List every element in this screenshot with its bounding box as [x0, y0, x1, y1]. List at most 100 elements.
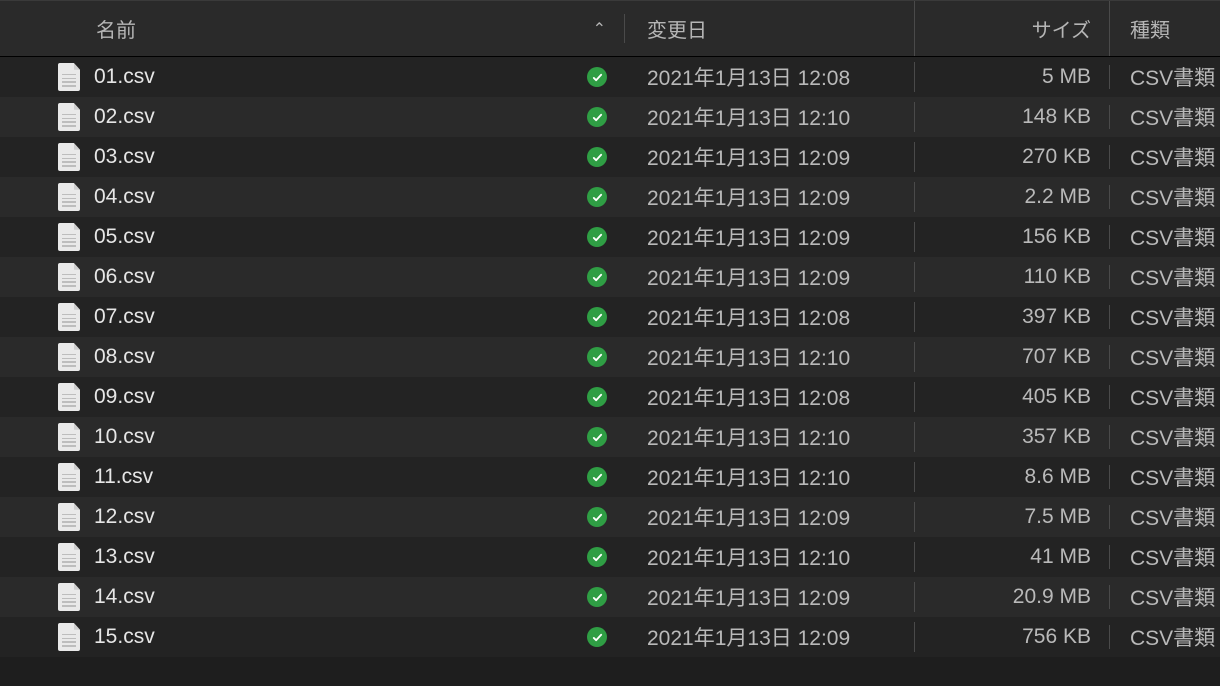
- file-size: 110 KB: [915, 265, 1091, 289]
- cell-kind: CSV書類: [1110, 182, 1220, 212]
- file-kind: CSV書類: [1130, 227, 1215, 250]
- document-icon: [58, 623, 80, 651]
- cell-kind: CSV書類: [1110, 422, 1220, 452]
- file-kind: CSV書類: [1130, 547, 1215, 570]
- file-size: 397 KB: [915, 305, 1091, 329]
- file-row[interactable]: 04.csv2021年1月13日 12:092.2 MBCSV書類: [0, 177, 1220, 217]
- file-kind: CSV書類: [1130, 267, 1215, 290]
- document-icon: [58, 463, 80, 491]
- cell-name: 14.csv: [0, 583, 625, 611]
- date-modified: 2021年1月13日 12:09: [647, 227, 850, 250]
- file-row[interactable]: 02.csv2021年1月13日 12:10148 KBCSV書類: [0, 97, 1220, 137]
- document-icon: [58, 583, 80, 611]
- cell-date: 2021年1月13日 12:08: [625, 62, 915, 92]
- file-row[interactable]: 14.csv 2021年1月13日 12:09 20.9 MB CSV書類: [0, 577, 1220, 617]
- sync-complete-icon: [587, 627, 607, 647]
- document-icon: [58, 63, 80, 91]
- file-size: 357 KB: [915, 425, 1091, 449]
- cell-name: 05.csv: [0, 223, 625, 251]
- sync-complete-icon: [587, 467, 607, 487]
- file-row[interactable]: 01.csv2021年1月13日 12:085 MBCSV書類: [0, 57, 1220, 97]
- file-kind: CSV書類: [1130, 307, 1215, 330]
- sync-complete-icon: [587, 107, 607, 127]
- cell-kind: CSV書類: [1110, 102, 1220, 132]
- cell-date: 2021年1月13日 12:09: [625, 262, 915, 292]
- cell-name: 12.csv: [0, 503, 625, 531]
- cell-name: 09.csv: [0, 383, 625, 411]
- column-header-name[interactable]: 名前 ⌃: [0, 14, 625, 43]
- cell-size: 41 MB: [915, 545, 1110, 569]
- document-icon: [58, 103, 80, 131]
- cell-date: 2021年1月13日 12:08: [625, 382, 915, 412]
- file-kind: CSV書類: [1130, 67, 1215, 90]
- date-modified: 2021年1月13日 12:09: [647, 627, 850, 650]
- file-row[interactable]: 11.csv2021年1月13日 12:108.6 MBCSV書類: [0, 457, 1220, 497]
- date-modified: 2021年1月13日 12:08: [647, 67, 850, 90]
- sync-complete-icon: [587, 547, 607, 567]
- column-header-row: 名前 ⌃ 変更日 サイズ 種類: [0, 1, 1220, 57]
- cell-size: 148 KB: [915, 105, 1110, 129]
- file-size: 20.9 MB: [915, 585, 1091, 609]
- file-name: 01.csv: [94, 65, 155, 89]
- column-header-date[interactable]: 変更日: [625, 1, 915, 56]
- cell-size: 357 KB: [915, 425, 1110, 449]
- cell-kind: CSV書類: [1110, 302, 1220, 332]
- file-row[interactable]: 05.csv2021年1月13日 12:09156 KBCSV書類: [0, 217, 1220, 257]
- date-modified: 2021年1月13日 12:10: [647, 347, 850, 370]
- column-header-size[interactable]: サイズ: [915, 1, 1110, 56]
- file-size: 8.6 MB: [915, 465, 1091, 489]
- cell-date: 2021年1月13日 12:10: [625, 542, 915, 572]
- column-header-name-label: 名前: [96, 14, 136, 43]
- cell-name: 03.csv: [0, 143, 625, 171]
- document-icon: [58, 263, 80, 291]
- column-header-kind-label: 種類: [1130, 14, 1170, 43]
- file-row[interactable]: 10.csv 2021年1月13日 12:10 357 KB CSV書類: [0, 417, 1220, 457]
- file-row[interactable]: 09.csv2021年1月13日 12:08405 KBCSV書類: [0, 377, 1220, 417]
- cell-size: 397 KB: [915, 305, 1110, 329]
- file-name: 03.csv: [94, 145, 155, 169]
- sort-ascending-icon: ⌃: [593, 19, 606, 39]
- file-row[interactable]: 03.csv2021年1月13日 12:09270 KBCSV書類: [0, 137, 1220, 177]
- cell-kind: CSV書類: [1110, 62, 1220, 92]
- file-row[interactable]: 07.csv2021年1月13日 12:08397 KBCSV書類: [0, 297, 1220, 337]
- date-modified: 2021年1月13日 12:10: [647, 427, 850, 450]
- cell-kind: CSV書類: [1110, 502, 1220, 532]
- file-kind: CSV書類: [1130, 507, 1215, 530]
- document-icon: [58, 543, 80, 571]
- file-row[interactable]: 15.csv2021年1月13日 12:09756 KBCSV書類: [0, 617, 1220, 657]
- date-modified: 2021年1月13日 12:09: [647, 187, 850, 210]
- date-modified: 2021年1月13日 12:09: [647, 587, 850, 610]
- document-icon: [58, 183, 80, 211]
- file-size: 7.5 MB: [915, 505, 1091, 529]
- cell-date: 2021年1月13日 12:09: [625, 502, 915, 532]
- file-kind: CSV書類: [1130, 147, 1215, 170]
- file-name: 15.csv: [94, 625, 155, 649]
- cell-kind: CSV書類: [1110, 142, 1220, 172]
- file-name: 09.csv: [94, 385, 155, 409]
- file-name: 10.csv: [94, 425, 155, 449]
- sync-complete-icon: [587, 147, 607, 167]
- date-modified: 2021年1月13日 12:09: [647, 507, 850, 530]
- cell-name: 06.csv: [0, 263, 625, 291]
- file-row[interactable]: 12.csv 2021年1月13日 12:09 7.5 MB CSV書類: [0, 497, 1220, 537]
- file-kind: CSV書類: [1130, 587, 1215, 610]
- finder-list-view: 名前 ⌃ 変更日 サイズ 種類 01.csv2021年1月13日 12:085 …: [0, 0, 1220, 686]
- cell-size: 7.5 MB: [915, 505, 1110, 529]
- cell-date: 2021年1月13日 12:09: [625, 182, 915, 212]
- cell-size: 270 KB: [915, 145, 1110, 169]
- file-row[interactable]: 13.csv 2021年1月13日 12:10 41 MB CSV書類: [0, 537, 1220, 577]
- cell-date: 2021年1月13日 12:09: [625, 222, 915, 252]
- sync-complete-icon: [587, 387, 607, 407]
- cell-name: 13.csv: [0, 543, 625, 571]
- column-header-kind[interactable]: 種類: [1110, 1, 1220, 56]
- file-row[interactable]: 06.csv2021年1月13日 12:09110 KB CSV書類: [0, 257, 1220, 297]
- file-row[interactable]: 08.csv2021年1月13日 12:10707 KBCSV書類: [0, 337, 1220, 377]
- cell-size: 405 KB: [915, 385, 1110, 409]
- file-name: 14.csv: [94, 585, 155, 609]
- sync-complete-icon: [587, 427, 607, 447]
- date-modified: 2021年1月13日 12:10: [647, 547, 850, 570]
- document-icon: [58, 343, 80, 371]
- cell-date: 2021年1月13日 12:09: [625, 622, 915, 652]
- file-kind: CSV書類: [1130, 187, 1215, 210]
- cell-date: 2021年1月13日 12:10: [625, 342, 915, 372]
